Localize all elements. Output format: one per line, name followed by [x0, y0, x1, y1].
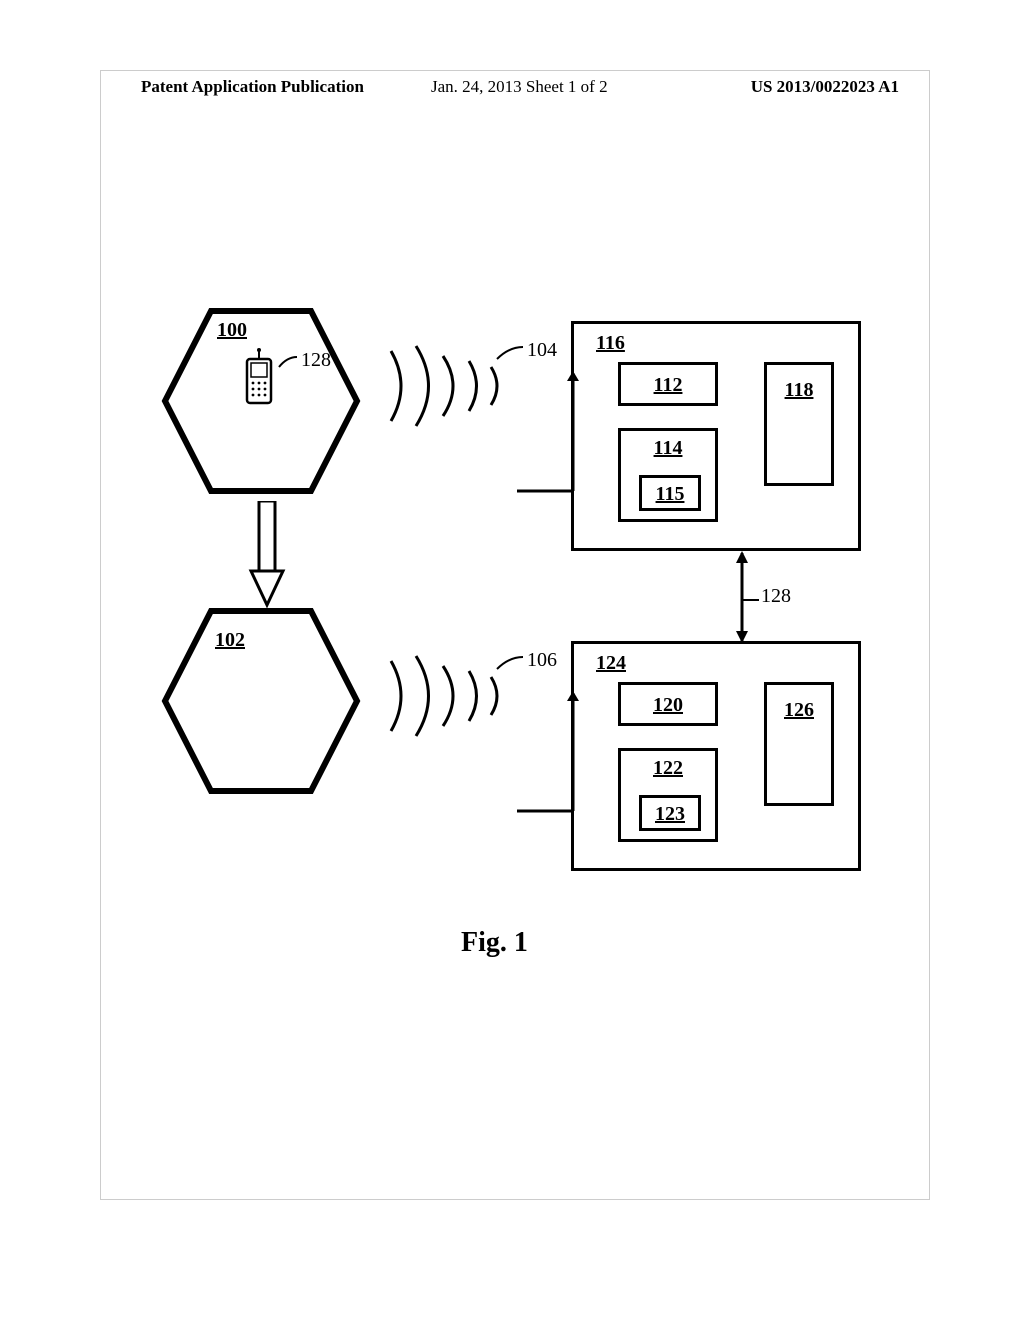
node-top-outer-label: 116	[596, 332, 625, 355]
mobile-phone-icon	[239, 345, 279, 405]
basestation-top: 116 112 114 115 118	[571, 321, 861, 551]
header-right: US 2013/0022023 A1	[751, 77, 899, 97]
waves-bottom-label: 106	[527, 649, 557, 672]
hex-cell-bottom	[161, 601, 361, 801]
basestation-bottom: 124 120 122 123 126	[571, 641, 861, 871]
node-bottom-outer-label: 124	[596, 652, 626, 675]
hex-bottom-label: 102	[215, 629, 245, 652]
header-left: Patent Application Publication	[141, 77, 364, 97]
block-120: 120	[618, 682, 718, 726]
block-126: 126	[764, 682, 834, 806]
antenna-lead-bottom	[511, 691, 591, 821]
hex-top-label: 100	[217, 319, 247, 342]
phone-label-text: 128	[301, 349, 331, 372]
link-ref: 128	[761, 585, 791, 608]
figure-1: 100 128	[161, 301, 881, 941]
handover-arrow	[247, 501, 287, 616]
figure-caption: Fig. 1	[461, 927, 528, 959]
block-122: 122 123	[618, 748, 718, 842]
waves-top-label: 104	[527, 339, 557, 362]
block-112: 112	[618, 362, 718, 406]
page: Patent Application Publication Jan. 24, …	[100, 70, 930, 1200]
block-114: 114 115	[618, 428, 718, 522]
antenna-lead-top	[511, 371, 591, 501]
header-mid: Jan. 24, 2013 Sheet 1 of 2	[431, 77, 608, 97]
block-123: 123	[639, 795, 701, 831]
block-115: 115	[639, 475, 701, 511]
leader-line	[741, 595, 781, 605]
page-header: Patent Application Publication Jan. 24, …	[101, 77, 929, 107]
block-118: 118	[764, 362, 834, 486]
